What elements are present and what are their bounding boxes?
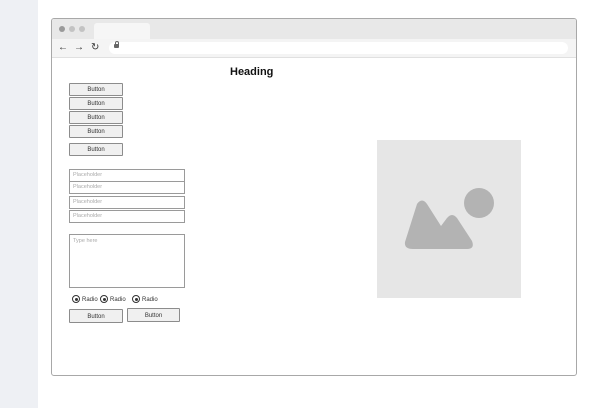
placeholder-field-3[interactable]: Placeholder	[69, 196, 185, 209]
radio-label-3: Radio	[142, 297, 158, 303]
radio-option-3[interactable]: Radio	[132, 295, 158, 305]
browser-window: ← → ↻ Heading Button Button Button Butto…	[51, 18, 577, 376]
back-arrow-icon[interactable]: ←	[58, 41, 68, 55]
radio-option-1[interactable]: Radio	[72, 295, 98, 305]
placeholder-field-2[interactable]: Placeholder	[69, 181, 185, 194]
browser-tab[interactable]	[94, 23, 150, 39]
stack-button-1[interactable]: Button	[69, 83, 123, 96]
bottom-left-button[interactable]: Button	[69, 309, 123, 323]
single-button[interactable]: Button	[69, 143, 123, 156]
window-maximize-dot[interactable]	[79, 26, 85, 32]
window-close-dot[interactable]	[59, 26, 65, 32]
placeholder-field-4[interactable]: Placeholder	[69, 210, 185, 223]
radio-label-1: Radio	[82, 297, 98, 303]
stack-button-2[interactable]: Button	[69, 97, 123, 110]
radio-icon	[132, 295, 140, 304]
forward-arrow-icon[interactable]: →	[74, 41, 84, 55]
address-bar[interactable]	[109, 41, 568, 54]
nav-bar: ← → ↻	[52, 39, 576, 58]
radio-option-2[interactable]: Radio	[100, 295, 126, 305]
bottom-right-button[interactable]: Button	[127, 308, 180, 322]
radio-icon	[100, 295, 108, 304]
text-area[interactable]: Type here	[69, 234, 185, 288]
stack-button-4[interactable]: Button	[69, 125, 123, 138]
page-heading: Heading	[230, 66, 274, 78]
image-placeholder	[377, 140, 521, 298]
stack-button-3[interactable]: Button	[69, 111, 123, 124]
left-panel	[0, 0, 38, 408]
window-minimize-dot[interactable]	[69, 26, 75, 32]
image-placeholder-icon	[404, 188, 494, 249]
reload-icon[interactable]: ↻	[91, 41, 99, 55]
title-bar	[52, 19, 576, 39]
radio-label-2: Radio	[110, 297, 126, 303]
radio-icon	[72, 295, 80, 304]
lock-icon	[114, 41, 119, 48]
